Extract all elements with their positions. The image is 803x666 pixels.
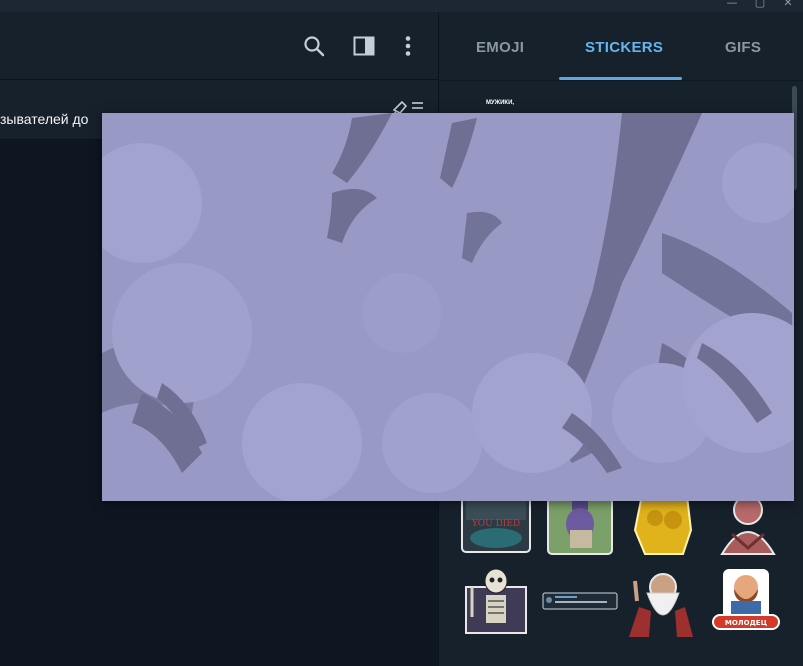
sticker-bearded-man-badge[interactable]: МОЛОДЕЦ bbox=[709, 567, 781, 639]
sticker-old-wizard[interactable] bbox=[625, 567, 697, 639]
sticker-chat-screenshot[interactable] bbox=[541, 567, 618, 639]
badge-text: МОЛОДЕЦ bbox=[725, 619, 768, 627]
chat-header bbox=[0, 12, 438, 80]
pinned-message-text: зывателей до bbox=[0, 111, 89, 127]
close-icon[interactable]: ✕ bbox=[781, 0, 795, 8]
sticker-preview-overlay[interactable] bbox=[102, 113, 794, 501]
window-controls: — ▢ ✕ bbox=[725, 0, 795, 8]
tab-stickers[interactable]: STICKERS bbox=[585, 39, 663, 56]
sticker-skeleton[interactable] bbox=[460, 567, 532, 639]
you-died-text: YOU DIED bbox=[471, 519, 520, 529]
tab-gifs[interactable]: GIFS bbox=[725, 39, 761, 56]
sticker-set-title-text: МУЖИКИ, bbox=[485, 100, 515, 106]
sticker-set-footer bbox=[461, 658, 801, 666]
tab-emoji[interactable]: EMOJI bbox=[476, 39, 524, 56]
maximize-icon[interactable]: ▢ bbox=[753, 0, 767, 8]
panel-tabs: EMOJI STICKERS GIFS bbox=[439, 12, 803, 80]
sidebar-toggle-icon[interactable] bbox=[352, 34, 376, 58]
sticker-preview-image bbox=[102, 113, 794, 501]
more-vertical-icon[interactable] bbox=[396, 34, 420, 58]
search-icon[interactable] bbox=[302, 34, 326, 58]
minimize-icon[interactable]: — bbox=[725, 0, 739, 8]
window-title-bar: — ▢ ✕ bbox=[0, 0, 803, 12]
panel-divider bbox=[439, 80, 803, 81]
